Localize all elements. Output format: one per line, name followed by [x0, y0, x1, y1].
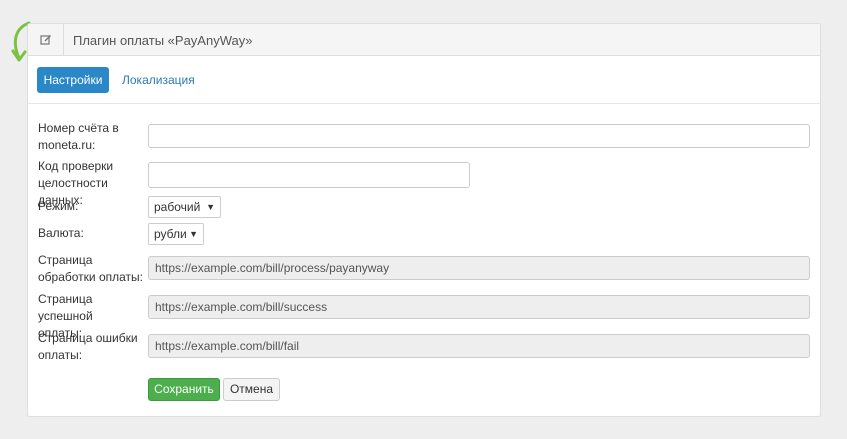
process-page-input[interactable] [148, 256, 810, 280]
mode-select[interactable]: рабочий ▼ [148, 196, 221, 218]
success-page-input[interactable] [148, 295, 810, 319]
fail-page-input[interactable] [148, 334, 810, 358]
save-button[interactable]: Сохранить [148, 378, 220, 401]
currency-label: Валюта: [38, 226, 84, 240]
edit-icon [28, 24, 64, 55]
tab-bar: Настройки Локализация [28, 57, 820, 104]
currency-select[interactable]: рубли ▼ [148, 223, 204, 245]
currency-select-value: рубли [154, 227, 187, 241]
cancel-button[interactable]: Отмена [223, 378, 280, 401]
account-input[interactable] [148, 124, 810, 148]
mode-label: Режим: [38, 199, 79, 213]
process-page-label: Страница обработки оплаты: [38, 253, 143, 284]
panel-title: Плагин оплаты «PayAnyWay» [73, 33, 253, 48]
chevron-down-icon: ▼ [206, 202, 215, 212]
chevron-down-icon: ▼ [189, 229, 198, 239]
account-label: Номер счёта в moneta.ru: [38, 121, 119, 152]
plugin-panel: Плагин оплаты «PayAnyWay» Настройки Лока… [27, 23, 821, 417]
tab-settings[interactable]: Настройки [37, 67, 109, 93]
integrity-code-input[interactable] [148, 162, 470, 188]
tab-localization[interactable]: Локализация [122, 67, 195, 93]
panel-header: Плагин оплаты «PayAnyWay» [28, 24, 820, 56]
mode-select-value: рабочий [154, 200, 201, 214]
fail-page-label: Страница ошибки оплаты: [38, 331, 138, 362]
